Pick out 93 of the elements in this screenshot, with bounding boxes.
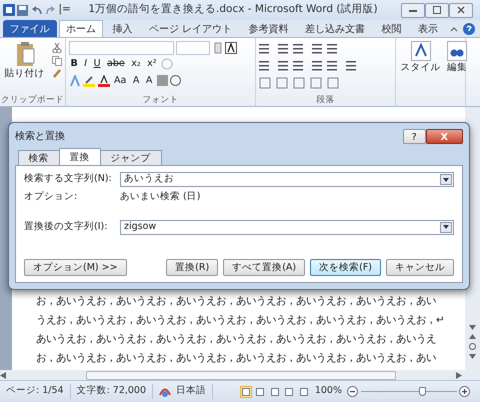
- undo-icon[interactable]: [30, 4, 42, 16]
- maximize-button[interactable]: [424, 2, 448, 18]
- editing-button[interactable]: 編集: [445, 60, 469, 74]
- options-value: あいまい検索 (日): [120, 190, 202, 204]
- ribbon-tab[interactable]: 差し込み文書: [298, 20, 372, 37]
- options-label: オプション:: [24, 190, 78, 204]
- document-text-line: お，あいうえお，あいうえお，あいうえお，あいうえお，あいうえお，あいうえお，あい: [36, 351, 437, 366]
- zoom-level[interactable]: 100%: [310, 384, 347, 399]
- ribbon-tab[interactable]: ファイル: [2, 20, 56, 37]
- document-text-line: あいうえお，あいうえお，あいうえお，あいうえお，あいうえお，あいうえお，あいうえ: [36, 332, 437, 347]
- proofing-icon[interactable]: [159, 386, 172, 398]
- zoom-out-icon[interactable]: [347, 386, 358, 397]
- view-button[interactable]: [298, 386, 310, 398]
- next-page-icon[interactable]: [469, 353, 476, 360]
- font-color-icon[interactable]: [98, 74, 110, 86]
- document-text-line: お，あいうえお，あいうえお，あいうえお，あいうえお，あいうえお，あいうえお，あい: [36, 294, 437, 309]
- restore-icon: [432, 6, 440, 14]
- help-icon[interactable]: [463, 22, 475, 34]
- ribbon-tab[interactable]: 挿入: [106, 20, 140, 37]
- dialog-button[interactable]: オプション(M) >>: [24, 259, 127, 276]
- replace-field[interactable]: zigsow: [120, 220, 454, 235]
- font-button[interactable]: A: [144, 74, 154, 88]
- ribbon-tab[interactable]: ホーム: [59, 20, 103, 37]
- minimize-button[interactable]: [400, 2, 424, 18]
- format-button[interactable]: x₂: [129, 57, 143, 71]
- save-icon[interactable]: [17, 4, 28, 16]
- scroll-thumb[interactable]: [86, 370, 396, 380]
- ribbon-tab[interactable]: ページ レイアウト: [142, 20, 240, 37]
- dialog-button[interactable]: すべて置換(A): [223, 259, 306, 276]
- format-button[interactable]: I: [82, 57, 90, 71]
- caret-icon: [443, 225, 449, 230]
- minimize-icon: [408, 7, 416, 13]
- window-title: 1万個の語句を置き換える.docx - Microsoft Word (試用版): [88, 2, 379, 18]
- font-size-field[interactable]: [176, 40, 210, 54]
- scissors-icon[interactable]: [52, 43, 62, 53]
- char-shading-icon[interactable]: [156, 75, 168, 86]
- zoom-in-icon[interactable]: [459, 386, 470, 397]
- format-button[interactable]: abe: [105, 57, 127, 71]
- format-button[interactable]: U: [92, 57, 103, 71]
- char-border-icon[interactable]: [225, 42, 237, 54]
- dialog-tab[interactable]: 置換: [58, 148, 100, 165]
- group-label: クリップボード: [0, 94, 65, 106]
- collapse-ribbon-icon[interactable]: [450, 26, 458, 32]
- language-label[interactable]: 日本語: [176, 384, 206, 399]
- binoculars-icon: [447, 40, 467, 60]
- paste-button[interactable]: 貼り付け: [2, 66, 46, 80]
- field-label: 置換後の文字列(I):: [24, 220, 108, 234]
- font-name-field[interactable]: [68, 40, 174, 54]
- highlight-icon[interactable]: [83, 74, 95, 86]
- dropdown-button[interactable]: [440, 222, 452, 233]
- dialog-tab[interactable]: ジャンプ: [100, 150, 162, 165]
- group-label: 段落: [316, 94, 336, 106]
- copy-icon[interactable]: [52, 56, 62, 66]
- scroll-down-icon[interactable]: [469, 325, 476, 330]
- dialog-tab[interactable]: 検索: [18, 150, 60, 165]
- ribbon-tab[interactable]: 表示: [411, 20, 446, 37]
- page-count[interactable]: ページ: 1/54: [0, 384, 71, 399]
- scroll-right-icon[interactable]: [456, 372, 462, 378]
- dialog-title: 検索と置換: [15, 130, 65, 144]
- close-button[interactable]: [448, 2, 472, 18]
- font-button[interactable]: Aa: [112, 74, 128, 88]
- word-count[interactable]: 文字数: 72,000: [70, 384, 154, 399]
- close-icon: [456, 6, 464, 14]
- dialog-button[interactable]: 置換(R): [166, 259, 218, 276]
- view-button[interactable]: [254, 386, 266, 398]
- caret-icon: [443, 178, 449, 182]
- field-label: 検索する文字列(N):: [24, 172, 113, 186]
- enclose-char-icon[interactable]: [170, 75, 182, 86]
- dropdown-button[interactable]: [440, 174, 452, 185]
- view-button[interactable]: [283, 386, 296, 398]
- brush-icon[interactable]: [52, 68, 62, 78]
- previous-page-icon[interactable]: [469, 333, 476, 340]
- find-field[interactable]: あいうえお: [120, 172, 454, 187]
- scroll-left-icon[interactable]: [0, 372, 6, 378]
- dialog-button[interactable]: キャンセル: [386, 259, 454, 276]
- quick-access-customize[interactable]: |=: [58, 2, 71, 18]
- styles-button[interactable]: スタイル: [398, 60, 442, 74]
- group-label: フォント: [142, 94, 180, 106]
- styles-icon: [410, 40, 430, 60]
- document-text-line: うえお，あいうえお，あいうえお，あいうえお，あいうえお，あいうえお，あいうえお，↵: [36, 313, 446, 328]
- view-button[interactable]: [240, 386, 252, 398]
- word-logo-icon: [2, 4, 14, 16]
- format-button[interactable]: x²: [145, 57, 159, 71]
- help-button[interactable]: ?: [402, 128, 426, 144]
- clipboard-icon: [14, 40, 34, 66]
- dialog-button[interactable]: 次を検索(F): [310, 259, 381, 276]
- format-button[interactable]: B: [68, 57, 80, 71]
- font-button[interactable]: A: [130, 74, 142, 88]
- view-button[interactable]: [268, 386, 281, 398]
- browse-object-icon[interactable]: [469, 343, 476, 350]
- ribbon-tab[interactable]: 参考資料: [242, 20, 296, 37]
- ribbon-tab[interactable]: 校閲: [374, 20, 409, 37]
- zoom-slider-thumb[interactable]: [419, 387, 426, 396]
